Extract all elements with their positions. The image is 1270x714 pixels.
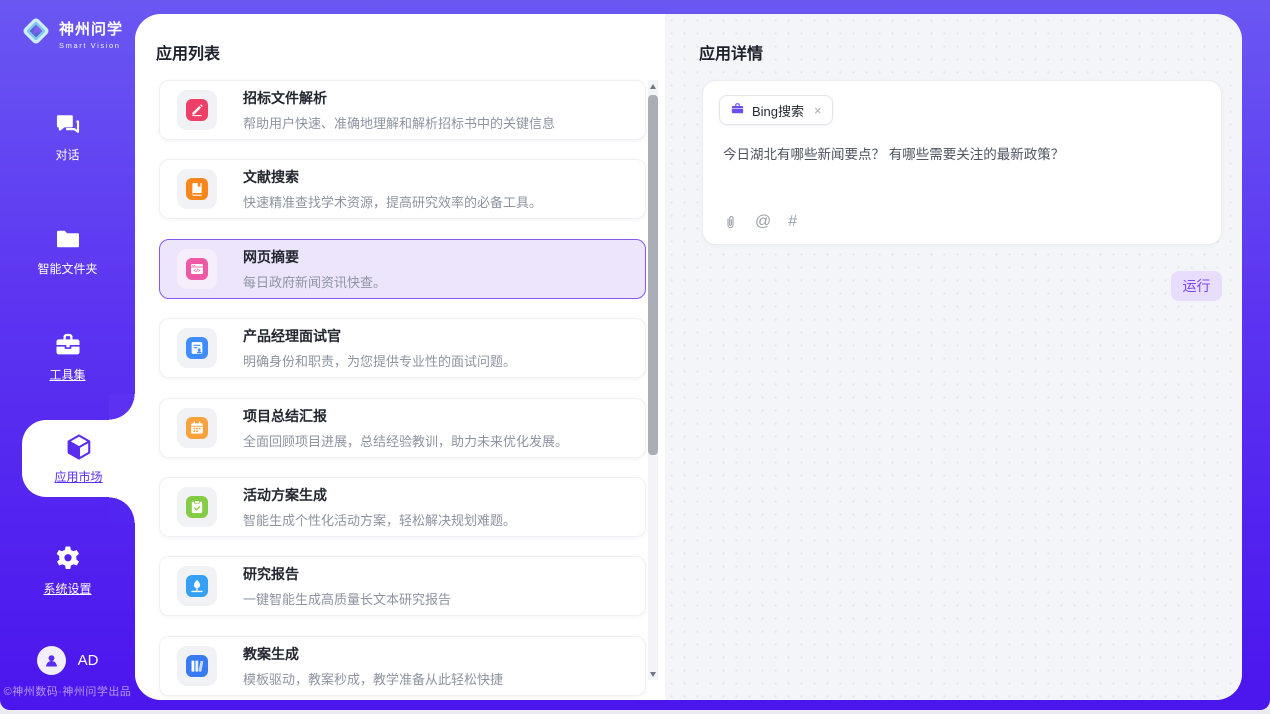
app-list-panel: 应用列表 招标文件解析帮助用户快速、准确地理解和解析招标书中的关键信息文献搜索快… <box>135 14 665 700</box>
scrollbar-down-button[interactable] <box>648 668 658 680</box>
calendar-icon <box>186 417 208 439</box>
scrollbar[interactable] <box>648 80 658 680</box>
app-description: 模板驱动，教案秒成，教学准备从此轻松快捷 <box>243 669 503 688</box>
app-name: 活动方案生成 <box>243 485 516 505</box>
app-card-5[interactable]: 项目总结汇报全面回顾项目进展，总结经验教训，助力未来优化发展。 <box>159 398 646 458</box>
app-card-6[interactable]: 活动方案生成智能生成个性化活动方案，轻松解决规划难题。 <box>159 477 646 537</box>
svg-text:</>: </> <box>194 268 201 274</box>
tool-chip[interactable]: Bing搜索 × <box>719 95 833 125</box>
app-icon-tile <box>177 90 217 130</box>
browser-code-icon: </> <box>186 258 208 280</box>
app-description: 明确身份和职责，为您提供专业性的面试问题。 <box>243 351 516 370</box>
hash-icon[interactable]: # <box>788 214 797 230</box>
copyright-footer: ©神州数码·神州问学出品 <box>0 683 135 699</box>
app-description: 全面回顾项目进展，总结经验教训，助力未来优化发展。 <box>243 431 568 450</box>
gear-icon <box>53 544 83 574</box>
sidebar-item-label: 工具集 <box>49 366 85 383</box>
user-profile[interactable]: AD <box>0 646 135 675</box>
sidebar-item-label: 智能文件夹 <box>37 260 97 277</box>
app-description: 一键智能生成高质量长文本研究报告 <box>243 589 451 608</box>
app-icon-tile <box>177 328 217 368</box>
books-icon <box>186 655 208 677</box>
chat-icon <box>53 110 83 140</box>
brand-logo: 神州问学 Smart Vision <box>20 15 123 52</box>
app-icon-tile <box>177 169 217 209</box>
clipboard-check-icon <box>186 496 208 518</box>
app-icon-tile <box>177 646 217 686</box>
book-icon <box>186 178 208 200</box>
interview-icon <box>186 337 208 359</box>
sidebar-item-1[interactable]: 对话 <box>0 100 135 172</box>
app-name: 产品经理面试官 <box>243 326 516 346</box>
chip-close-icon[interactable]: × <box>814 103 822 118</box>
app-description: 快速精准查找学术资源，提高研究效率的必备工具。 <box>243 192 542 211</box>
app-description: 智能生成个性化活动方案，轻松解决规划难题。 <box>243 510 516 529</box>
sidebar: 神州问学 Smart Vision 对话智能文件夹工具集应用市场系统设置 AD … <box>0 0 135 710</box>
app-list-title: 应用列表 <box>156 40 220 64</box>
app-name: 招标文件解析 <box>243 88 555 108</box>
at-icon[interactable]: @ <box>755 214 771 230</box>
tool-chip-label: Bing搜索 <box>752 101 804 120</box>
sidebar-item-3[interactable]: 工具集 <box>0 320 135 392</box>
folder-icon <box>53 224 83 254</box>
prompt-input-card[interactable]: Bing搜索 × 今日湖北有哪些新闻要点？ 有哪些需要关注的最新政策？ @ # <box>702 80 1222 245</box>
briefcase-icon <box>730 101 745 119</box>
sidebar-item-4[interactable]: 应用市场 <box>22 420 135 497</box>
user-label: AD <box>78 652 99 669</box>
app-name: 研究报告 <box>243 564 451 584</box>
sidebar-item-5[interactable]: 系统设置 <box>0 534 135 606</box>
avatar <box>37 646 66 675</box>
sidebar-item-label: 对话 <box>55 146 79 163</box>
brand-subtitle: Smart Vision <box>59 41 123 50</box>
input-toolbar: @ # <box>723 213 797 231</box>
scrollbar-thumb[interactable] <box>648 95 658 455</box>
prompt-text[interactable]: 今日湖北有哪些新闻要点？ 有哪些需要关注的最新政策？ <box>723 145 1201 165</box>
cube-icon <box>64 432 94 462</box>
app-name: 文献搜索 <box>243 167 542 187</box>
app-name: 教案生成 <box>243 644 503 664</box>
app-frame: 神州问学 Smart Vision 对话智能文件夹工具集应用市场系统设置 AD … <box>0 0 1270 710</box>
sidebar-item-label: 系统设置 <box>43 580 91 597</box>
ink-report-icon <box>186 575 208 597</box>
app-icon-tile: </> <box>177 249 217 289</box>
paperclip-icon[interactable] <box>723 213 738 231</box>
main-content: 应用列表 招标文件解析帮助用户快速、准确地理解和解析招标书中的关键信息文献搜索快… <box>135 14 1242 700</box>
app-card-1[interactable]: 招标文件解析帮助用户快速、准确地理解和解析招标书中的关键信息 <box>159 80 646 140</box>
sidebar-item-label: 应用市场 <box>54 468 102 485</box>
app-description: 每日政府新闻资讯快查。 <box>243 272 386 291</box>
pen-document-icon <box>186 99 208 121</box>
triangle-up-icon <box>650 84 656 89</box>
app-card-7[interactable]: 研究报告一键智能生成高质量长文本研究报告 <box>159 556 646 616</box>
app-detail-panel: 应用详情 Bing搜索 × 今日湖北有哪些新闻要点？ 有哪些需要关注的最新政策？… <box>665 14 1242 700</box>
app-card-3[interactable]: </> 网页摘要每日政府新闻资讯快查。 <box>159 239 646 299</box>
app-name: 网页摘要 <box>243 247 386 267</box>
app-name: 项目总结汇报 <box>243 406 568 426</box>
app-card-4[interactable]: 产品经理面试官明确身份和职责，为您提供专业性的面试问题。 <box>159 318 646 378</box>
app-icon-tile <box>177 408 217 448</box>
diamond-logo-icon <box>20 15 52 52</box>
toolbox-icon <box>53 330 83 360</box>
run-button[interactable]: 运行 <box>1171 271 1222 301</box>
app-card-2[interactable]: 文献搜索快速精准查找学术资源，提高研究效率的必备工具。 <box>159 159 646 219</box>
app-card-8[interactable]: 教案生成模板驱动，教案秒成，教学准备从此轻松快捷 <box>159 636 646 696</box>
app-description: 帮助用户快速、准确地理解和解析招标书中的关键信息 <box>243 113 555 132</box>
triangle-down-icon <box>650 672 656 677</box>
app-icon-tile <box>177 487 217 527</box>
app-icon-tile <box>177 566 217 606</box>
sidebar-item-2[interactable]: 智能文件夹 <box>0 214 135 286</box>
scrollbar-up-button[interactable] <box>648 80 658 92</box>
app-detail-title: 应用详情 <box>699 40 763 64</box>
brand-name: 神州问学 <box>59 18 123 39</box>
